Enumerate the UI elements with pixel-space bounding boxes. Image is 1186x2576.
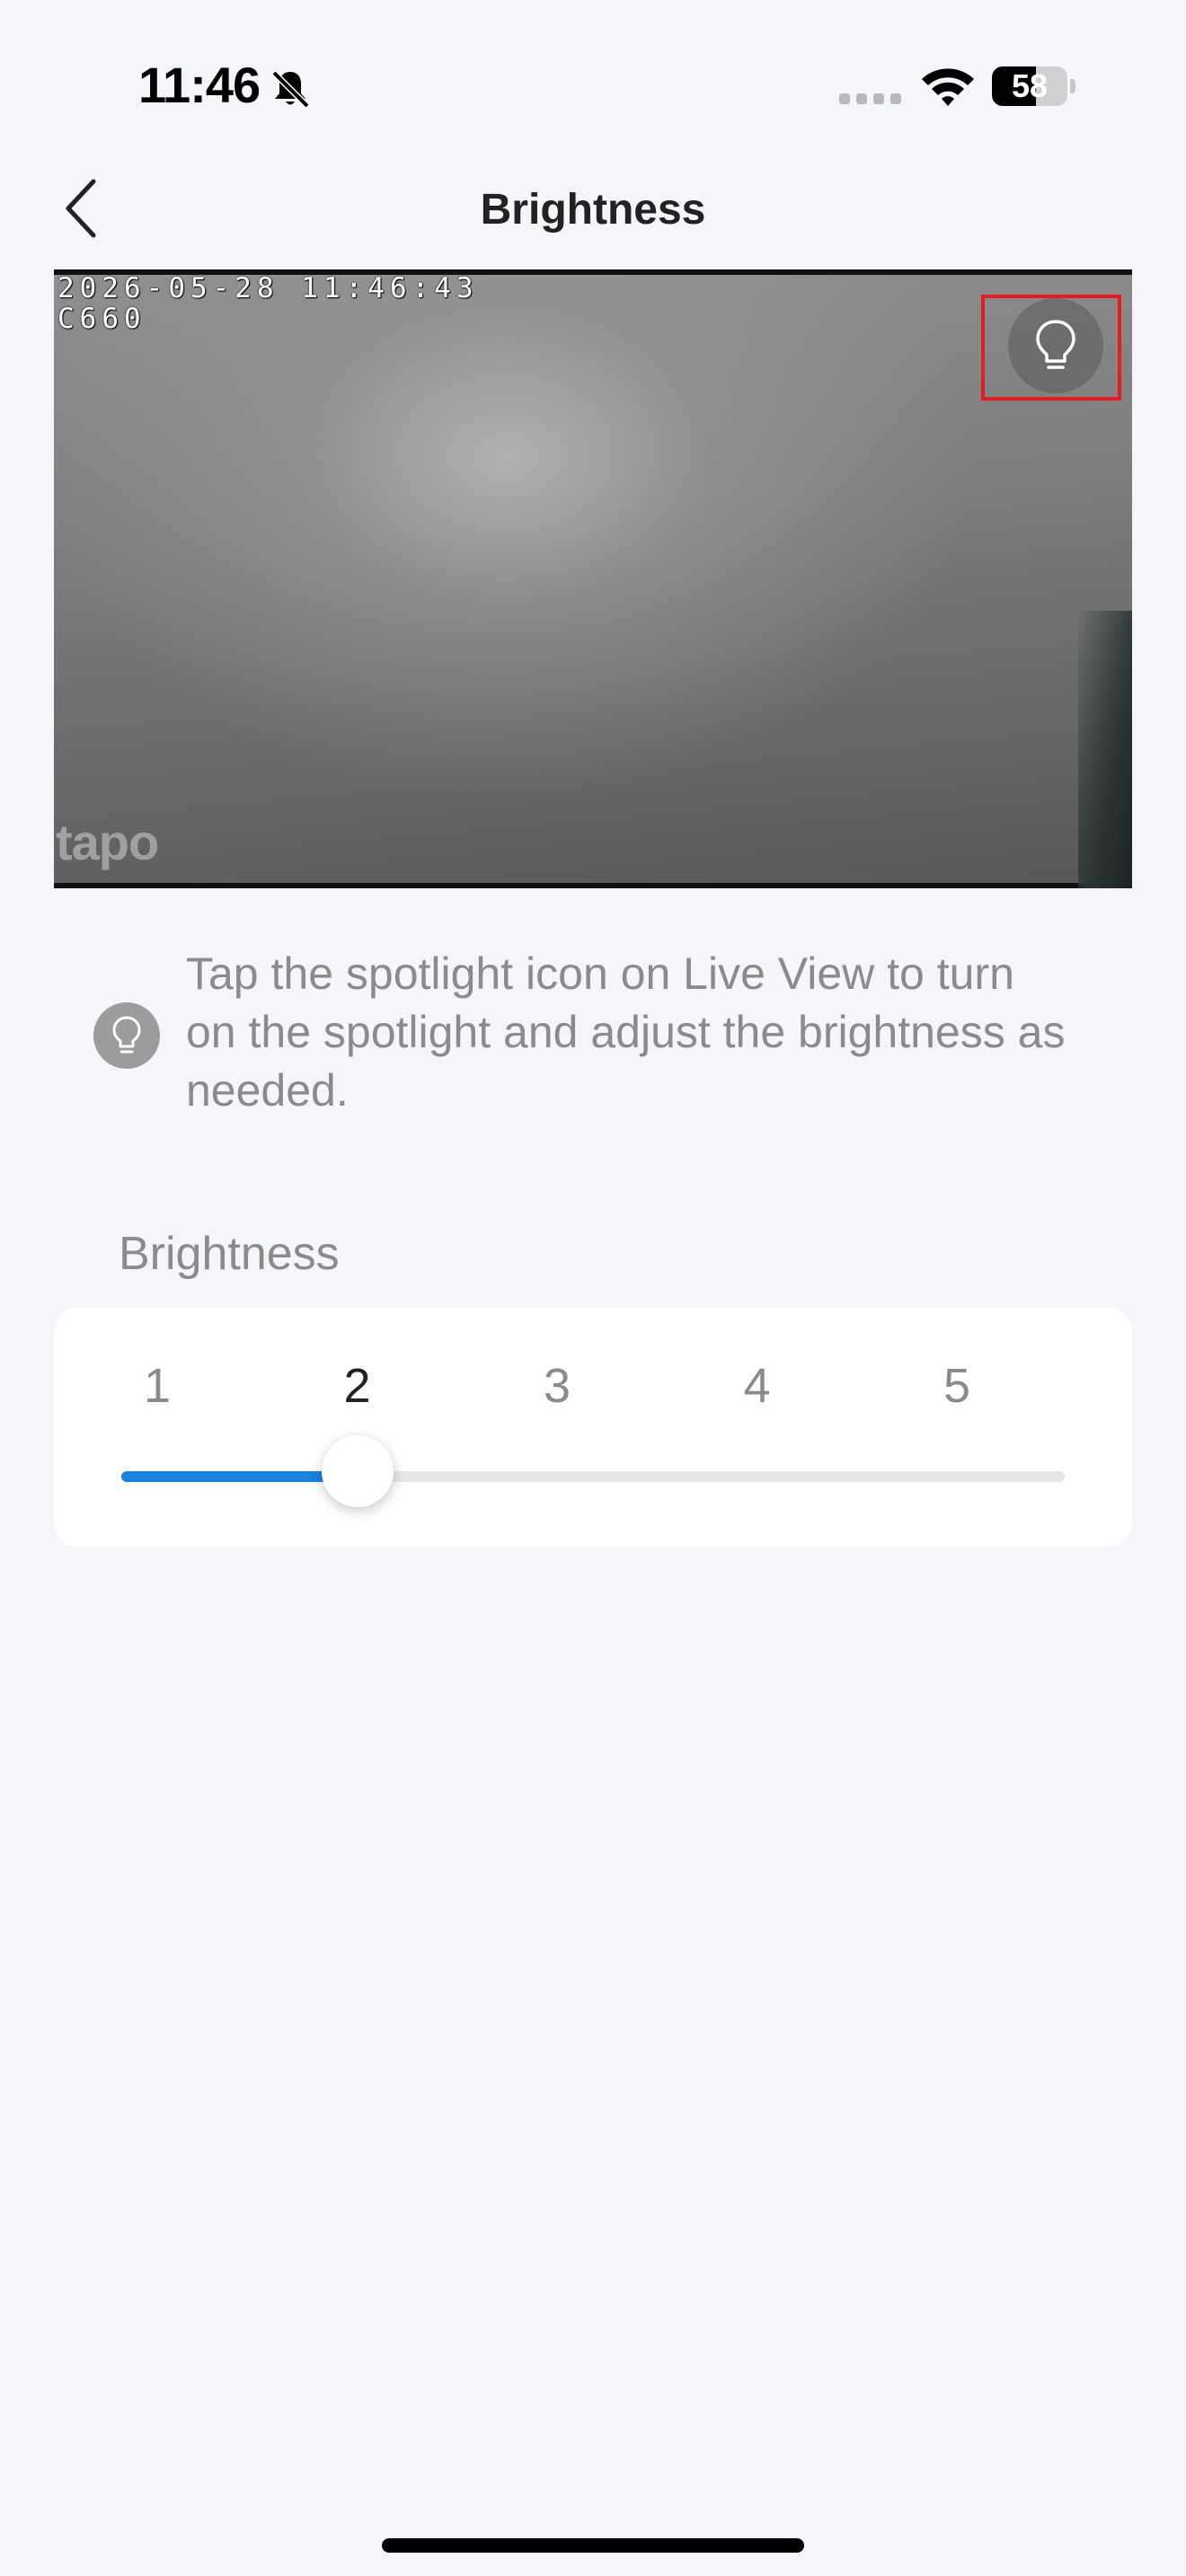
cellular-signal-icon bbox=[839, 93, 901, 104]
level-label-2[interactable]: 2 bbox=[322, 1358, 394, 1414]
brightness-section-label: Brightness bbox=[119, 1228, 340, 1280]
spotlight-highlight-box bbox=[981, 295, 1121, 401]
tip-lightbulb-icon bbox=[93, 1002, 160, 1069]
page-title: Brightness bbox=[480, 186, 706, 234]
osd-camera-model: C660 bbox=[58, 303, 146, 335]
level-label-1[interactable]: 1 bbox=[121, 1358, 193, 1414]
camera-feed-edge bbox=[1078, 611, 1132, 888]
silent-bell-icon bbox=[271, 70, 310, 109]
battery-cap bbox=[1070, 79, 1075, 93]
level-label-4[interactable]: 4 bbox=[721, 1358, 793, 1414]
camera-feed bbox=[54, 275, 1132, 883]
osd-timestamp: 2026-05-28 11:46:43 bbox=[58, 272, 479, 304]
wifi-icon bbox=[922, 68, 974, 106]
tip-text: Tap the spotlight icon on Live View to t… bbox=[186, 948, 1066, 1116]
battery-indicator: 58 bbox=[992, 66, 1067, 106]
tapo-watermark: tapo bbox=[56, 814, 159, 870]
brightness-slider-track[interactable] bbox=[121, 1471, 1065, 1482]
level-label-5[interactable]: 5 bbox=[921, 1358, 993, 1414]
osd-overlay: 2026-05-28 11:46:43 C660 bbox=[58, 273, 479, 334]
brightness-card: 1 2 3 4 5 bbox=[54, 1308, 1132, 1547]
status-time: 11:46 bbox=[138, 57, 261, 113]
brightness-slider-thumb[interactable] bbox=[321, 1435, 394, 1507]
battery-level-text: 58 bbox=[1011, 67, 1049, 104]
lightbulb-icon bbox=[112, 1016, 141, 1054]
level-label-3[interactable]: 3 bbox=[521, 1358, 593, 1414]
live-view[interactable]: 2026-05-28 11:46:43 C660 tapo bbox=[54, 269, 1132, 888]
home-indicator bbox=[382, 2538, 804, 2553]
